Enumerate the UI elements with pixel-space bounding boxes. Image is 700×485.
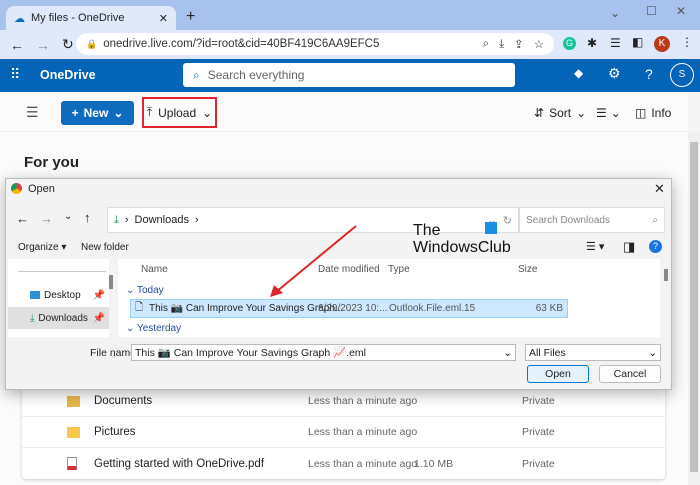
arrow-shaft	[275, 225, 357, 293]
annotation-arrow	[270, 225, 357, 297]
